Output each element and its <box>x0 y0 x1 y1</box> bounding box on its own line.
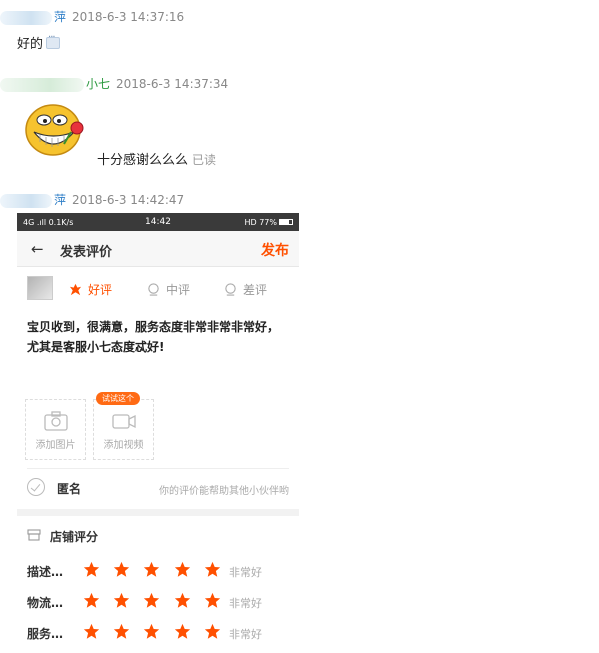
emoji-icon <box>46 32 61 49</box>
phone-screenshot[interactable]: 4G .ıll 0.1K/s 14:42 HD 77% ← 发表评价 发布 好评… <box>17 213 299 653</box>
star-icon[interactable] <box>204 561 221 578</box>
star-icon[interactable] <box>83 623 100 640</box>
add-image-button[interactable]: 添加图片 <box>25 399 86 460</box>
camera-icon <box>43 411 68 431</box>
tab-neutral-rating[interactable]: 中评 <box>147 281 190 298</box>
rating-row-description: 描述… 非常好 <box>27 561 287 581</box>
rating-value: 非常好 <box>229 628 262 641</box>
status-bar: 4G .ıll 0.1K/s 14:42 HD 77% <box>17 213 299 231</box>
try-this-badge[interactable]: 试试这个 <box>96 392 140 405</box>
avatar-blur <box>0 193 52 208</box>
review-textarea[interactable]: 宝贝收到，很满意，服务态度非常非常非常好，尤其是客服小七态度忒好! <box>27 317 287 357</box>
battery-percent: HD 77% <box>244 217 278 227</box>
battery-icon <box>279 219 293 225</box>
avatar-blur <box>0 77 84 92</box>
message-content: 好的 <box>17 37 44 52</box>
video-icon <box>111 414 136 429</box>
rating-label: 物流… <box>27 596 64 610</box>
sender-name[interactable]: 小七 <box>86 77 110 91</box>
rating-row-service: 服务… 非常好 <box>27 623 287 643</box>
star-icon[interactable] <box>113 623 130 640</box>
star-icon[interactable] <box>204 592 221 609</box>
clock: 14:42 <box>145 217 171 227</box>
star-icon[interactable] <box>83 561 100 578</box>
star-icon[interactable] <box>143 623 160 640</box>
add-video-label: 添加视频 <box>103 440 144 451</box>
divider <box>27 468 289 469</box>
rating-label: 描述… <box>27 565 64 579</box>
page-title: 发表评价 <box>60 245 113 260</box>
star-icon[interactable] <box>204 623 221 640</box>
message-content: 十分感谢么么么 <box>97 153 189 168</box>
tab-bad-rating[interactable]: 差评 <box>224 281 267 298</box>
signal-info: 4G .ıll 0.1K/s <box>23 217 74 227</box>
rating-value: 非常好 <box>229 597 262 610</box>
battery-info: HD 77% <box>244 217 293 227</box>
grinning-emoji-icon <box>25 104 84 156</box>
add-image-label: 添加图片 <box>35 440 76 451</box>
anonymous-hint: 你的评价能帮助其他小伙伴哟 <box>159 486 289 497</box>
review-card: 好评 中评 差评 宝贝收到，很满意，服务态度非常非常非常好，尤其是客服小七态度忒… <box>17 267 299 509</box>
star-icon[interactable] <box>113 592 130 609</box>
message-header: 小七 2018-6-3 14:37:34 <box>0 75 228 92</box>
neutral-face-icon <box>148 283 159 296</box>
sender-name[interactable]: 萍 <box>54 193 66 207</box>
top-bar: ← 发表评价 发布 <box>17 231 299 267</box>
message-text: 十分感谢么么么 已读 <box>97 149 216 168</box>
shop-icon <box>27 529 41 541</box>
star-icon[interactable] <box>143 561 160 578</box>
timestamp: 2018-6-3 14:37:16 <box>72 10 185 24</box>
shop-rating-title: 店铺评分 <box>50 530 99 544</box>
star-icon[interactable] <box>113 561 130 578</box>
message-header: 萍 2018-6-3 14:37:16 <box>0 8 184 25</box>
add-video-button[interactable]: 添加视频 <box>93 399 154 460</box>
shop-rating-card: 店铺评分 描述… 非常好 物流… 非常好 服务… 非常好 <box>17 516 299 653</box>
avatar-blur <box>0 10 52 25</box>
star-icon[interactable] <box>174 623 191 640</box>
message-header: 萍 2018-6-3 14:42:47 <box>0 191 184 208</box>
rating-value: 非常好 <box>229 566 262 579</box>
star-icon[interactable] <box>83 592 100 609</box>
tab-good-rating[interactable]: 好评 <box>69 281 112 298</box>
publish-button[interactable]: 发布 <box>261 240 289 260</box>
anonymous-checkbox[interactable] <box>27 478 45 496</box>
anonymous-label: 匿名 <box>57 482 82 496</box>
tab-label: 差评 <box>243 283 268 297</box>
sad-face-icon <box>225 283 236 296</box>
product-thumbnail <box>27 276 53 300</box>
rating-row-logistics: 物流… 非常好 <box>27 592 287 612</box>
star-icon[interactable] <box>174 592 191 609</box>
rating-label: 服务… <box>27 627 64 641</box>
star-icon[interactable] <box>143 592 160 609</box>
flower-icon <box>69 283 82 296</box>
timestamp: 2018-6-3 14:42:47 <box>72 193 185 207</box>
sender-name[interactable]: 萍 <box>54 10 66 24</box>
star-icon[interactable] <box>174 561 191 578</box>
read-status: 已读 <box>192 153 217 167</box>
tab-label: 中评 <box>166 283 191 297</box>
timestamp: 2018-6-3 14:37:34 <box>116 77 229 91</box>
message-text: 好的 <box>17 32 61 52</box>
back-arrow-icon[interactable]: ← <box>31 240 44 258</box>
tab-label: 好评 <box>88 283 113 297</box>
